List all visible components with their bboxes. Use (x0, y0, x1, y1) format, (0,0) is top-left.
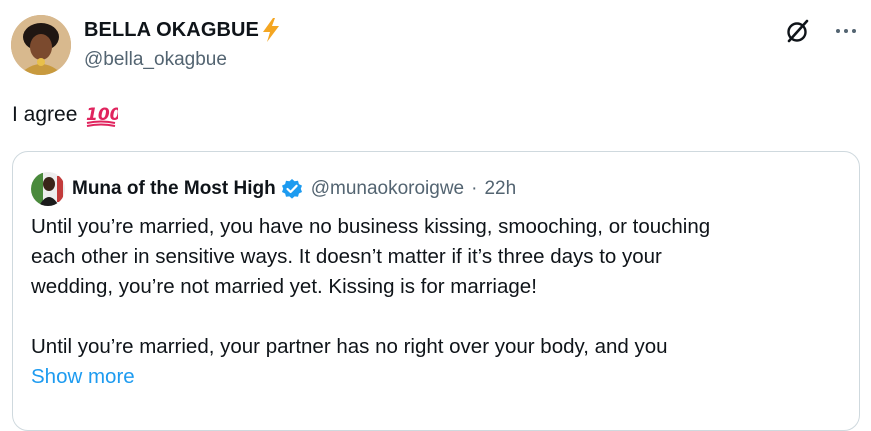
quoted-author-avatar[interactable] (31, 172, 65, 206)
quoted-text-line: Until you’re married, your partner has n… (31, 335, 668, 358)
quoted-tweet-header: Muna of the Most High @munaokoroigwe · 2… (31, 172, 516, 206)
grok-icon[interactable] (785, 18, 811, 44)
tweet-actions (785, 18, 859, 44)
author-handle[interactable]: @bella_okagbue (84, 49, 227, 71)
tweet-text: I agree 100 (12, 102, 122, 128)
lightning-emoji-icon (260, 17, 282, 43)
quoted-author-name[interactable]: Muna of the Most High (72, 178, 276, 200)
quoted-tweet-card[interactable]: Muna of the Most High @munaokoroigwe · 2… (12, 151, 860, 431)
hundred-emoji-icon: 100 (84, 102, 122, 128)
author-name-text: BELLA OKAGBUE (84, 18, 260, 41)
quoted-tweet-time[interactable]: 22h (484, 178, 516, 200)
author-display-name[interactable]: BELLA OKAGBUE (84, 17, 282, 43)
author-avatar[interactable] (11, 15, 71, 75)
separator-dot: · (471, 178, 478, 199)
quoted-text-line: Until you’re married, you have no busine… (31, 215, 711, 238)
quoted-text-line: each other in sensitive ways. It doesn’t… (31, 245, 662, 268)
quoted-tweet-body: Until you’re married, you have no busine… (31, 212, 841, 392)
quoted-text-line: wedding, you’re not married yet. Kissing… (31, 275, 537, 298)
quoted-author-handle[interactable]: @munaokoroigwe (311, 178, 464, 200)
verified-badge-icon (281, 178, 303, 200)
tweet-text-content: I agree (12, 103, 78, 126)
more-icon[interactable] (833, 18, 859, 44)
show-more-link[interactable]: Show more (31, 362, 135, 392)
